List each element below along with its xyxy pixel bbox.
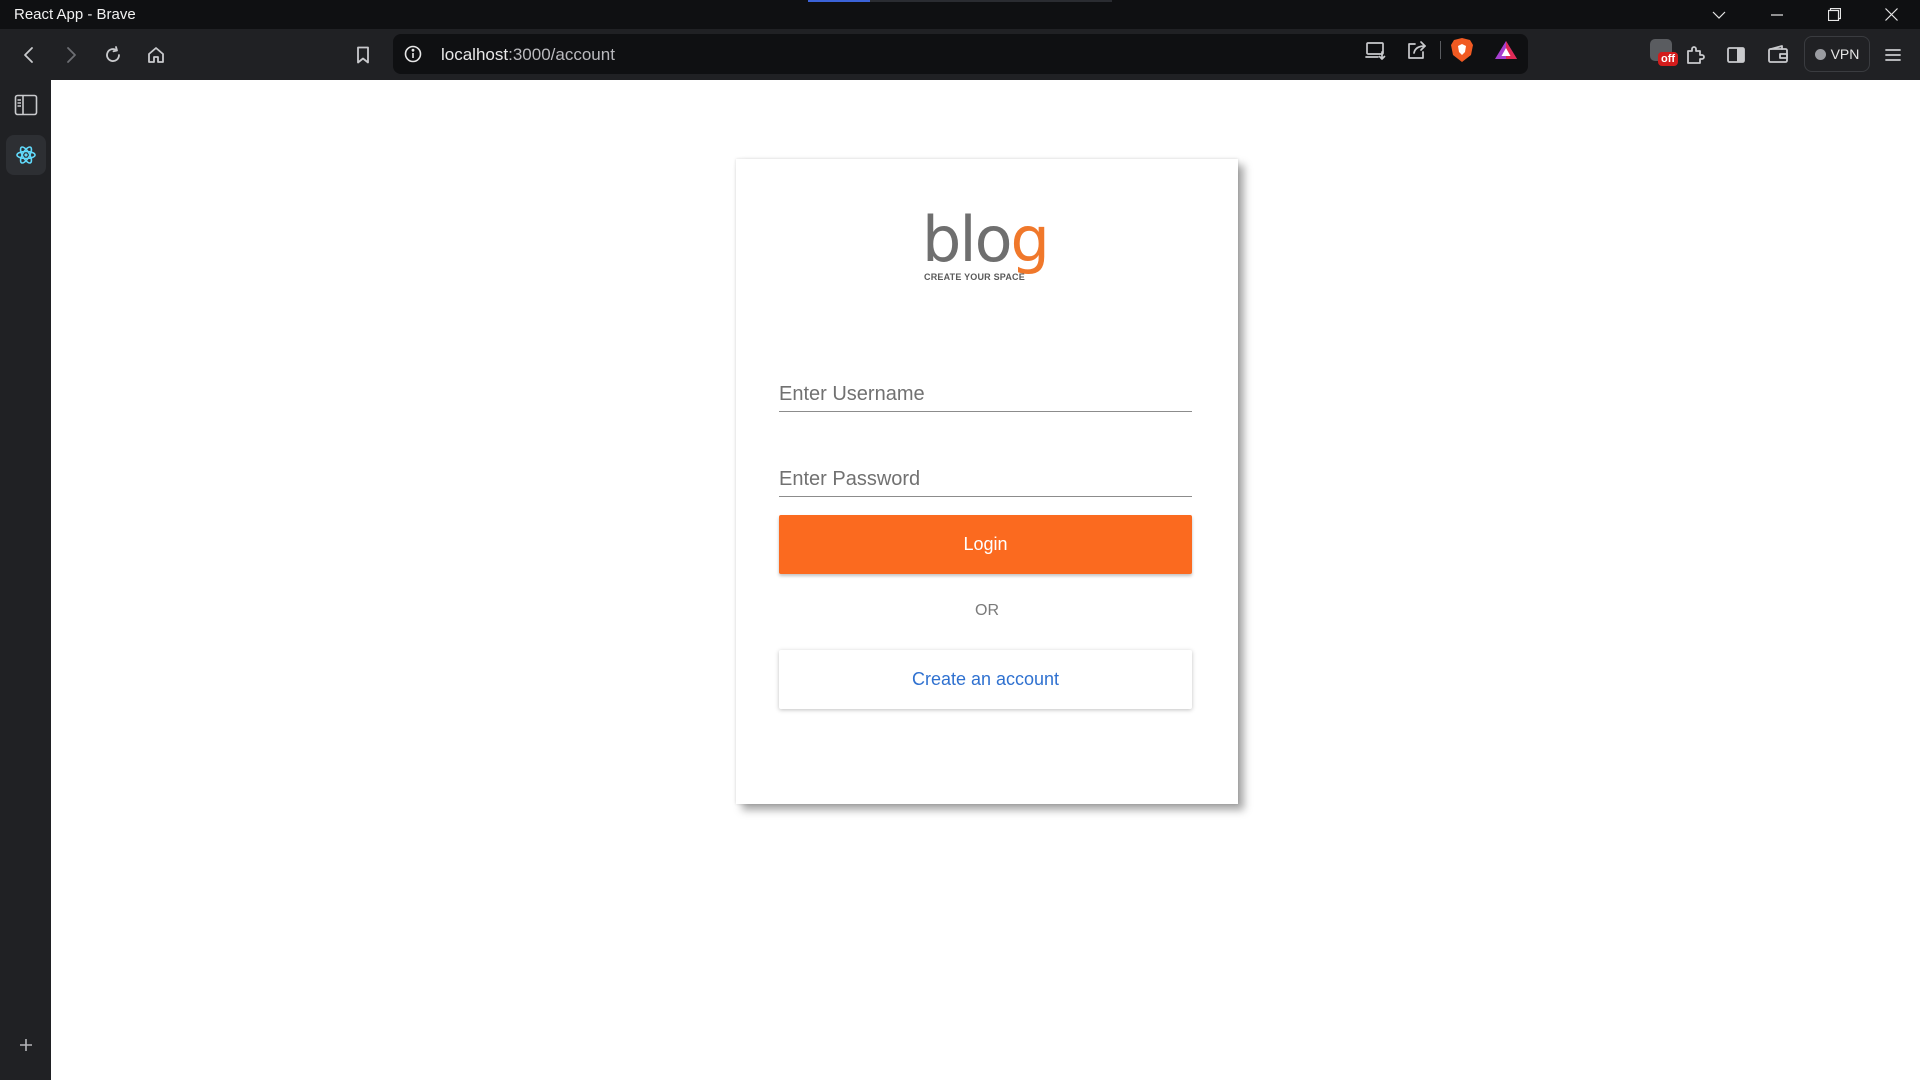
sidebar-toggle-button[interactable]	[1718, 29, 1754, 80]
close-window-button[interactable]	[1862, 0, 1920, 29]
window-title: React App - Brave	[14, 6, 136, 23]
sidebar-add-button[interactable]	[6, 1025, 46, 1065]
create-account-button[interactable]: Create an account	[779, 650, 1192, 709]
password-field	[779, 451, 1192, 497]
brave-shields-icon	[1451, 38, 1473, 62]
logo-tagline: CREATE YOUR SPACE	[924, 272, 1025, 282]
menu-icon	[1885, 48, 1901, 61]
login-button[interactable]: Login	[779, 515, 1192, 574]
sidebar-toggle-icon	[1727, 46, 1745, 63]
minimize-button[interactable]	[1748, 0, 1806, 29]
url-host: localhost	[441, 45, 509, 64]
vpn-status-icon	[1814, 48, 1826, 60]
extensions-icon	[1687, 45, 1705, 64]
extension-off-badge[interactable]: off	[1650, 39, 1680, 69]
add-icon	[20, 1039, 32, 1051]
restore-button[interactable]	[1805, 0, 1863, 29]
info-icon	[404, 45, 422, 63]
url-path: :3000/account	[508, 45, 615, 64]
logo-text-main: blo	[922, 203, 1013, 276]
install-app-icon	[1365, 42, 1386, 60]
username-input[interactable]	[779, 366, 1192, 411]
url-text[interactable]: localhost:3000/account	[441, 45, 615, 65]
restore-icon	[1827, 8, 1841, 21]
sidebar-react-devtools-button[interactable]	[6, 135, 46, 175]
back-icon	[24, 46, 33, 63]
tab-search-button[interactable]	[1690, 0, 1748, 29]
site-info-button[interactable]	[403, 44, 423, 64]
extensions-button[interactable]	[1677, 29, 1713, 80]
brave-shields-button[interactable]	[1449, 37, 1475, 63]
divider	[1440, 41, 1441, 59]
home-button[interactable]	[138, 29, 174, 80]
browser-sidebar	[0, 80, 51, 1080]
wallet-icon	[1768, 44, 1788, 63]
extension-badge-label: off	[1658, 52, 1679, 66]
brave-rewards-icon	[1495, 41, 1517, 59]
forward-button[interactable]	[53, 29, 89, 80]
vpn-button[interactable]: VPN	[1804, 36, 1870, 72]
password-input[interactable]	[779, 451, 1192, 496]
tab-indicator	[808, 0, 870, 2]
chevron-down-icon	[1712, 11, 1726, 19]
share-button[interactable]	[1404, 37, 1430, 63]
bookmark-icon	[357, 46, 369, 63]
minimize-icon	[1771, 13, 1783, 16]
blog-logo: blog CREATE YOUR SPACE	[922, 209, 1052, 289]
brave-rewards-button[interactable]	[1493, 37, 1519, 63]
logo-text-accent: g	[1010, 203, 1050, 276]
address-bar[interactable]: localhost:3000/account	[393, 34, 1528, 74]
or-divider-text: OR	[975, 602, 999, 619]
forward-icon	[67, 46, 76, 63]
reload-icon	[106, 45, 120, 62]
wallet-button[interactable]	[1760, 29, 1796, 80]
page-content: blog CREATE YOUR SPACE Login OR Create a…	[51, 80, 1920, 1080]
tab-strip-line	[870, 0, 1112, 2]
browser-toolbar: localhost:3000/account off VPN	[0, 29, 1920, 80]
close-icon	[1884, 8, 1898, 21]
bookmark-button[interactable]	[345, 29, 381, 80]
reload-button[interactable]	[95, 29, 131, 80]
back-button[interactable]	[11, 29, 47, 80]
sidebar-panel-icon	[14, 94, 38, 116]
react-devtools-icon	[16, 146, 36, 164]
main-menu-button[interactable]	[1875, 29, 1911, 80]
title-bar: React App - Brave	[0, 0, 1920, 29]
home-icon	[148, 46, 164, 63]
sidebar-panel-button[interactable]	[6, 85, 46, 125]
vpn-label: VPN	[1830, 46, 1860, 62]
install-app-button[interactable]	[1363, 37, 1389, 63]
username-field	[779, 366, 1192, 412]
login-card: blog CREATE YOUR SPACE Login OR Create a…	[736, 159, 1238, 804]
share-icon	[1408, 41, 1426, 59]
